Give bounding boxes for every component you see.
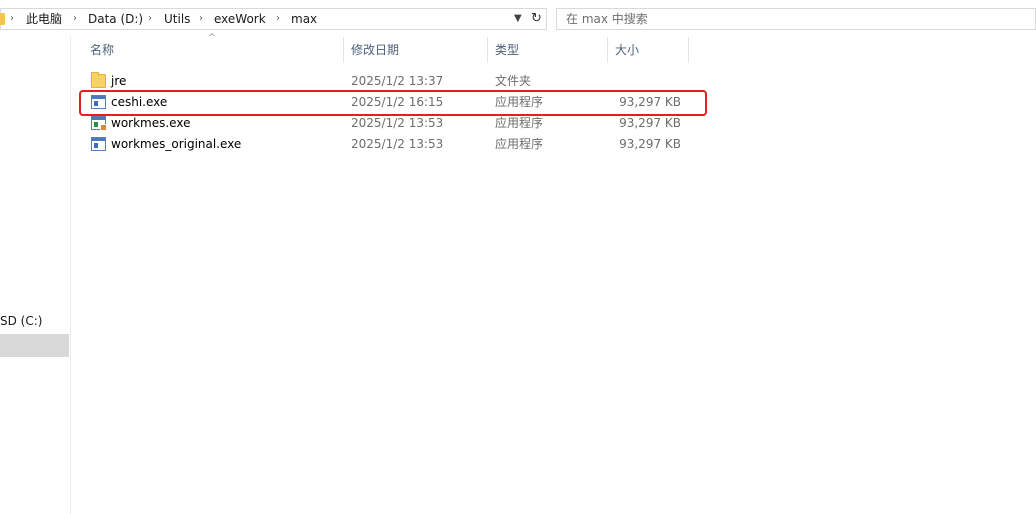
folder-icon (0, 13, 5, 25)
file-type: 应用程序 (495, 116, 544, 130)
refresh-icon: ↻ (531, 11, 542, 26)
file-modified: 2025/1/2 13:37 (351, 74, 444, 88)
column-divider[interactable] (688, 37, 689, 63)
chevron-down-icon[interactable]: ▼ (514, 12, 522, 26)
highlight-annotation (79, 90, 707, 116)
breadcrumb-item-exework[interactable]: exeWork (214, 12, 266, 26)
badge-icon (100, 124, 107, 131)
folder-icon (91, 72, 106, 88)
file-name: workmes_original.exe (111, 137, 242, 151)
column-header-name[interactable]: 名称 (90, 42, 114, 58)
nav-item-drive-c[interactable]: SD (C:) (0, 314, 42, 328)
file-type: 文件夹 (495, 74, 532, 88)
breadcrumb-item-utils[interactable]: Utils (164, 12, 190, 26)
breadcrumb-separator-icon: › (10, 13, 14, 24)
file-size: 93,297 KB (619, 116, 681, 130)
file-row-workmes-original[interactable]: workmes_original.exe 2025/1/2 13:53 应用程序… (82, 134, 686, 155)
address-bar[interactable]: › 此电脑 › Data (D:) › Utils › exeWork › ma… (0, 8, 528, 30)
file-size: 93,297 KB (619, 137, 681, 151)
file-row-jre[interactable]: jre 2025/1/2 13:37 文件夹 (82, 71, 686, 92)
file-row-workmes[interactable]: workmes.exe 2025/1/2 13:53 应用程序 93,297 K… (82, 113, 686, 134)
column-divider[interactable] (487, 37, 488, 63)
file-modified: 2025/1/2 13:53 (351, 116, 444, 130)
search-input[interactable] (566, 11, 1026, 27)
refresh-button[interactable]: ↻ (527, 8, 547, 30)
file-modified: 2025/1/2 13:53 (351, 137, 444, 151)
column-divider[interactable] (607, 37, 608, 63)
breadcrumb-separator-icon: › (148, 13, 152, 24)
column-header-type[interactable]: 类型 (495, 42, 519, 58)
sort-ascending-icon: ^ (208, 33, 216, 43)
nav-item-selected[interactable] (0, 334, 69, 357)
breadcrumb-item-max[interactable]: max (291, 12, 317, 26)
breadcrumb-separator-icon: › (199, 13, 203, 24)
breadcrumb-item-data-drive[interactable]: Data (D:) (88, 12, 143, 26)
breadcrumb-item-this-pc[interactable]: 此电脑 (26, 12, 62, 26)
navigation-pane: SD (C:) (0, 36, 71, 514)
breadcrumb-separator-icon: › (276, 13, 280, 24)
file-type: 应用程序 (495, 137, 544, 151)
breadcrumb-separator-icon: › (73, 13, 77, 24)
file-name: jre (111, 74, 127, 88)
search-box[interactable] (556, 8, 1036, 30)
column-header-size[interactable]: 大小 (615, 42, 639, 58)
java-exe-icon (91, 116, 107, 131)
file-name: workmes.exe (111, 116, 191, 130)
column-divider[interactable] (343, 37, 344, 63)
exe-icon (91, 137, 106, 151)
column-header-modified[interactable]: 修改日期 (351, 42, 399, 58)
